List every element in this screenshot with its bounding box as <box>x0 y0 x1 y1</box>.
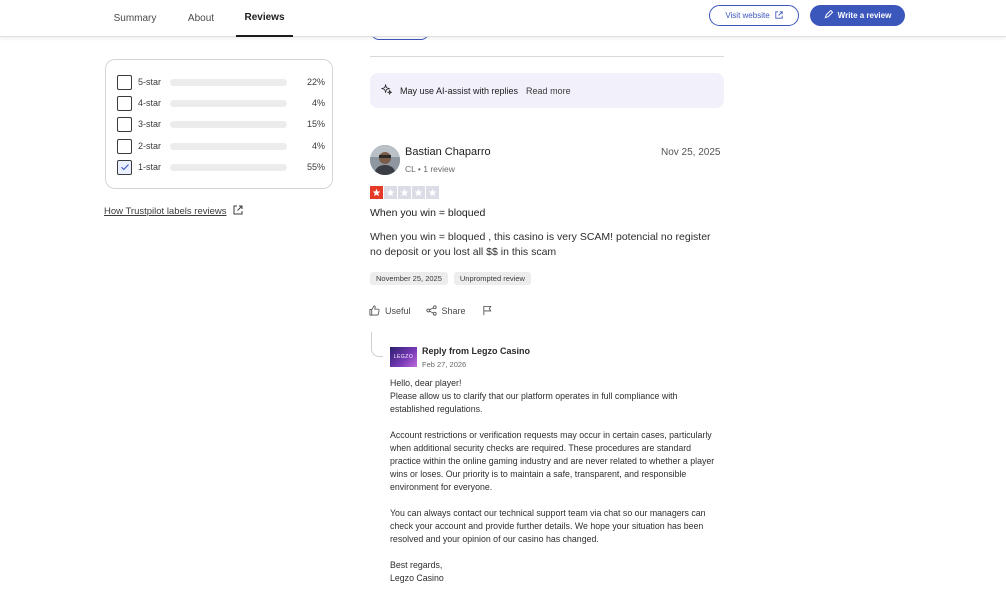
share-label: Share <box>441 305 466 316</box>
share-icon <box>425 305 437 316</box>
filter-row-5-star[interactable]: 5-star 22% <box>117 74 325 90</box>
filter-label: 5-star <box>138 77 162 87</box>
checkbox-1-star[interactable] <box>117 159 132 175</box>
filter-label: 2-star <box>138 141 162 151</box>
filter-percent: 4% <box>311 141 325 151</box>
star-icon <box>412 186 425 199</box>
filter-label: 1-star <box>138 162 162 172</box>
filter-percent: 4% <box>311 98 325 108</box>
reply-paragraph: Account restrictions or verification req… <box>390 430 715 492</box>
useful-button[interactable]: Useful <box>369 305 411 316</box>
star-icon <box>384 186 397 199</box>
share-button[interactable]: Share <box>425 305 466 316</box>
reviewer-meta: CL • 1 review <box>405 164 455 174</box>
checkbox-5-star[interactable] <box>117 74 132 90</box>
filter-label: 3-star <box>138 119 162 129</box>
distribution-bar <box>170 120 287 128</box>
external-link-icon <box>775 10 783 21</box>
reply-date: Feb 27, 2026 <box>422 360 467 369</box>
filter-row-3-star[interactable]: 3-star 15% <box>117 116 325 132</box>
star-icon <box>426 186 439 199</box>
checkbox-4-star[interactable] <box>117 95 132 111</box>
distribution-bar <box>170 99 287 107</box>
tab-about[interactable]: About <box>176 0 226 36</box>
distribution-bar <box>170 163 287 171</box>
checkmark-icon <box>120 164 129 171</box>
top-navigation-bar: Summary About Reviews Visit website Writ… <box>0 0 1006 37</box>
read-more-link[interactable]: Read more <box>526 86 571 96</box>
filter-percent: 55% <box>306 162 325 172</box>
filter-percent: 22% <box>306 77 325 87</box>
filter-label: 4-star <box>138 98 162 108</box>
distribution-bar <box>170 78 287 86</box>
reply-paragraph: You can always contact our technical sup… <box>390 508 706 544</box>
ai-assist-text: May use AI-assist with replies <box>400 85 519 96</box>
visit-website-button[interactable]: Visit website <box>709 5 799 26</box>
review-title[interactable]: When you win = bloqued <box>370 207 485 219</box>
filter-row-2-star[interactable]: 2-star 4% <box>117 138 325 154</box>
company-logo: LEGZO <box>390 347 417 367</box>
star-rating <box>370 186 439 199</box>
reply-from-title: Reply from Legzo Casino <box>422 346 531 356</box>
filter-row-4-star[interactable]: 4-star 4% <box>117 95 325 111</box>
useful-label: Useful <box>385 305 411 316</box>
review-body: When you win = bloqued , this casino is … <box>370 231 711 258</box>
write-review-label: Write a review <box>837 11 892 20</box>
star-icon <box>398 186 411 199</box>
thumbs-up-icon <box>369 305 380 316</box>
reply-paragraph: Hello, dear player! Please allow us to c… <box>390 378 678 414</box>
review-date: Nov 25, 2025 <box>661 147 721 158</box>
flag-icon <box>482 305 491 316</box>
filter-percent: 15% <box>306 119 325 129</box>
how-trustpilot-labels-link[interactable]: How Trustpilot labels reviews <box>104 205 243 218</box>
section-divider <box>370 56 724 57</box>
reply-body: Hello, dear player! Please allow us to c… <box>390 377 724 597</box>
tab-reviews[interactable]: Reviews <box>236 0 293 37</box>
reply-signoff: Best regards, Legzo Casino <box>390 560 444 583</box>
reply-connector-line <box>371 332 383 357</box>
star-icon <box>370 186 383 199</box>
tab-summary[interactable]: Summary <box>104 0 166 36</box>
ai-assist-notice: May use AI-assist with replies Read more <box>370 73 724 108</box>
external-link-icon <box>233 205 243 218</box>
filter-row-1-star[interactable]: 1-star 55% <box>117 159 325 175</box>
distribution-bar <box>170 142 287 150</box>
checkbox-3-star[interactable] <box>117 116 132 132</box>
pencil-icon <box>824 9 833 21</box>
report-flag-button[interactable] <box>482 305 493 316</box>
experience-date-tag: November 25, 2025 <box>370 272 448 285</box>
sparkle-icon <box>380 83 393 97</box>
unprompted-review-tag[interactable]: Unprompted review <box>453 272 531 285</box>
how-link-label: How Trustpilot labels reviews <box>104 206 227 217</box>
write-review-button[interactable]: Write a review <box>810 5 905 26</box>
reviewer-name[interactable]: Bastian Chaparro <box>405 146 491 158</box>
avatar[interactable] <box>370 145 400 175</box>
star-filter-card: 5-star 22% 4-star 4% 3-star 15% 2-star 4… <box>105 59 333 189</box>
visit-website-label: Visit website <box>725 11 770 20</box>
review-actions: Useful Share <box>369 305 493 316</box>
checkbox-2-star[interactable] <box>117 138 132 154</box>
review-tags: November 25, 2025 Unprompted review <box>370 272 531 285</box>
